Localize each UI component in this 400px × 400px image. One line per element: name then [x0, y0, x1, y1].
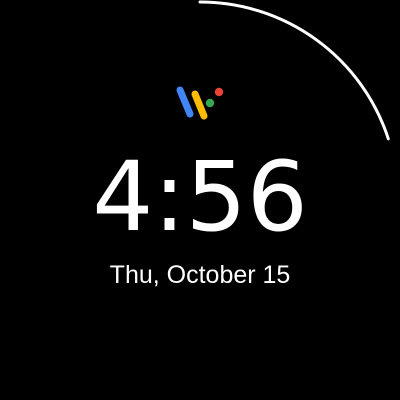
- logo-blue-stroke: [176, 86, 194, 118]
- logo-yellow-stroke: [191, 90, 208, 120]
- watch-face[interactable]: 4:56 Thu, October 15: [0, 0, 400, 400]
- minute-progress-arc: [198, 0, 390, 141]
- wear-os-logo-icon: [176, 86, 224, 120]
- logo-red-dot: [214, 87, 224, 97]
- date-display: Thu, October 15: [109, 261, 291, 289]
- logo-green-dot: [205, 98, 215, 108]
- time-display: 4:56: [92, 141, 308, 253]
